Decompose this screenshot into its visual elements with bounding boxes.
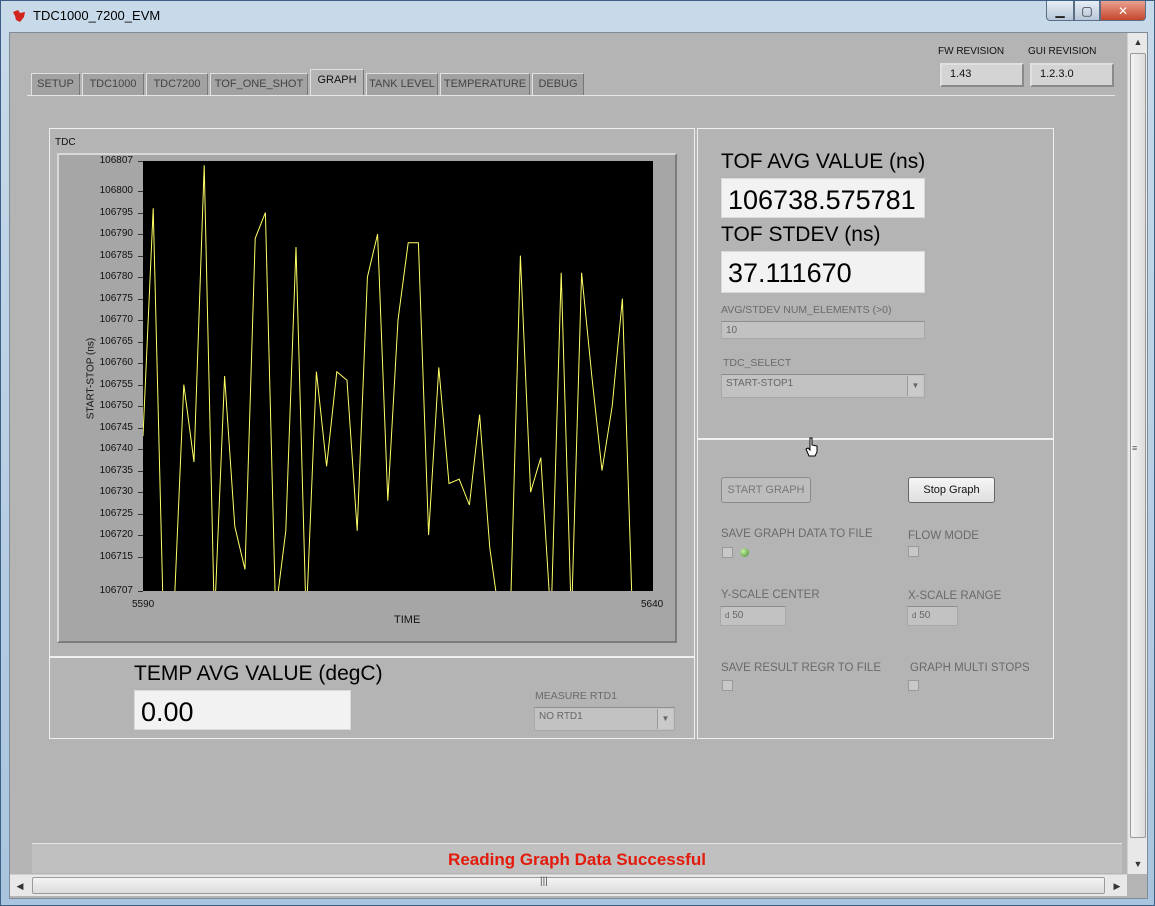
chevron-down-icon[interactable]: ▼ [907,376,923,396]
tab-tdc7200[interactable]: TDC7200 [146,73,208,95]
title-bar[interactable]: TDC1000_7200_EVM ▁ ▢ ✕ [1,1,1154,31]
scroll-grip-icon: ≡ [1132,443,1138,453]
close-button[interactable]: ✕ [1100,1,1146,21]
y-scale-center-field[interactable]: d 50 [720,606,786,626]
hand-cursor-icon [805,437,818,457]
save-regr-label: SAVE RESULT REGR TO FILE [721,662,881,674]
save-graph-label: SAVE GRAPH DATA TO FILE [721,528,873,540]
scroll-left-icon[interactable]: ◀ [10,875,30,897]
tdc-select-value: START-STOP1 [726,378,794,389]
status-bar: Reading Graph Data Successful [32,843,1122,873]
x-axis-label: TIME [394,614,421,626]
vertical-scrollbar[interactable]: ▲ ≡ ▼ [1127,33,1147,874]
scroll-up-icon[interactable]: ▲ [1128,33,1148,51]
fw-revision-label: FW REVISION [938,46,1005,57]
y-tick-label: 106770 [99,314,133,326]
measure-rtd1-value: NO RTD1 [539,711,583,722]
y-tick-label: 106780 [99,271,133,283]
x-scale-range-radix: d [912,611,917,620]
y-tick-label: 106775 [99,292,133,304]
save-regr-checkbox[interactable] [722,680,733,691]
gui-revision-field: 1.2.3.0 [1030,63,1114,87]
tab-debug[interactable]: DEBUG [532,73,584,95]
tab-temperature[interactable]: TEMPERATURE [440,73,530,95]
y-tick-label: 106715 [99,550,133,562]
y-tick-label: 106755 [99,378,133,390]
y-tick-label: 106725 [99,507,133,519]
temp-avg-field: 0.00 [134,690,351,730]
app-window: TDC1000_7200_EVM ▁ ▢ ✕ FW REVISION 1.43 … [0,0,1155,906]
y-tick-label: 106807 [99,155,133,166]
y-tick-label: 106745 [99,421,133,433]
start-graph-button[interactable]: START GRAPH [721,477,811,503]
tof-avg-field: 106738.575781 [721,178,925,218]
window-title: TDC1000_7200_EVM [33,8,161,23]
measure-rtd1-select[interactable]: NO RTD1 [534,707,675,731]
y-tick-label: 106730 [99,486,133,498]
multi-stops-label: GRAPH MULTI STOPS [910,662,1030,674]
tof-stdev-field: 37.111670 [721,251,925,293]
minimize-icon: ▁ [1055,3,1065,18]
x-tick-start: 5590 [132,599,155,610]
series-line [142,165,653,622]
tdc-select-dropdown[interactable]: START-STOP1 [721,374,925,398]
tdc-select-label: TDC_SELECT [723,357,792,369]
y-axis-label: START-STOP (ns) [85,337,97,420]
gui-revision-label: GUI REVISION [1028,46,1097,57]
y-tick-label: 106785 [99,249,133,261]
flow-mode-label: FLOW MODE [908,530,979,542]
measure-rtd1-label: MEASURE RTD1 [535,690,618,702]
num-elements-label: AVG/STDEV NUM_ELEMENTS (>0) [721,304,892,316]
maximize-icon: ▢ [1081,3,1093,18]
y-scale-center-label: Y-SCALE CENTER [721,589,820,601]
y-scale-center-radix: d [725,611,730,620]
y-tick-label: 106795 [99,206,133,218]
x-scale-range-label: X-SCALE RANGE [908,590,1002,602]
maximize-button[interactable]: ▢ [1074,1,1100,21]
num-elements-field[interactable]: 10 [721,321,925,339]
graph-title: TDC [55,137,76,148]
tof-avg-label: TOF AVG VALUE (ns) [721,150,926,173]
y-tick-label: 106765 [99,335,133,347]
stop-graph-button[interactable]: Stop Graph [908,477,995,503]
y-scale-center-value: 50 [732,610,744,621]
tab-tdc1000[interactable]: TDC1000 [82,73,144,95]
y-tick-label: 106800 [99,185,133,197]
y-tick-label: 106740 [99,443,133,455]
temp-avg-label: TEMP AVG VALUE (degC) [134,662,383,685]
status-message: Reading Graph Data Successful [448,850,706,869]
y-tick-label: 106735 [99,464,133,476]
multi-stops-checkbox[interactable] [908,680,919,691]
y-tick-label: 106790 [99,228,133,240]
tdc-line-chart [142,165,653,622]
tab-graph[interactable]: GRAPH [310,69,364,96]
ti-logo-icon [13,10,25,22]
y-tick-label: 106750 [99,400,133,412]
tof-stdev-label: TOF STDEV (ns) [721,223,881,246]
y-tick-label: 106707 [99,585,133,596]
hscroll-grip-icon: ||| [540,876,548,887]
horizontal-scroll-thumb[interactable] [32,877,1105,894]
fw-revision-field: 1.43 [940,63,1024,87]
save-status-led-icon [740,548,749,557]
x-scale-range-value: 50 [919,610,931,621]
x-scale-range-field[interactable]: d 50 [907,606,958,626]
plot-area[interactable] [142,161,653,622]
minimize-button[interactable]: ▁ [1046,1,1074,21]
scroll-right-icon[interactable]: ▶ [1107,875,1127,897]
y-tick-mark [138,591,143,592]
scroll-down-icon[interactable]: ▼ [1128,855,1148,873]
horizontal-scrollbar[interactable]: ◀ ||| ▶ [10,874,1127,896]
y-tick-label: 106720 [99,529,133,541]
tab-tof-one-shot[interactable]: TOF_ONE_SHOT [210,73,308,95]
tab-tank-level[interactable]: TANK LEVEL [366,73,438,95]
flow-mode-checkbox[interactable] [908,546,919,557]
close-icon: ✕ [1117,3,1129,18]
save-graph-checkbox[interactable] [722,547,733,558]
y-tick-label: 106760 [99,357,133,369]
x-tick-end: 5640 [641,599,664,610]
chevron-down-icon[interactable]: ▼ [657,709,673,729]
tab-setup[interactable]: SETUP [31,73,80,95]
